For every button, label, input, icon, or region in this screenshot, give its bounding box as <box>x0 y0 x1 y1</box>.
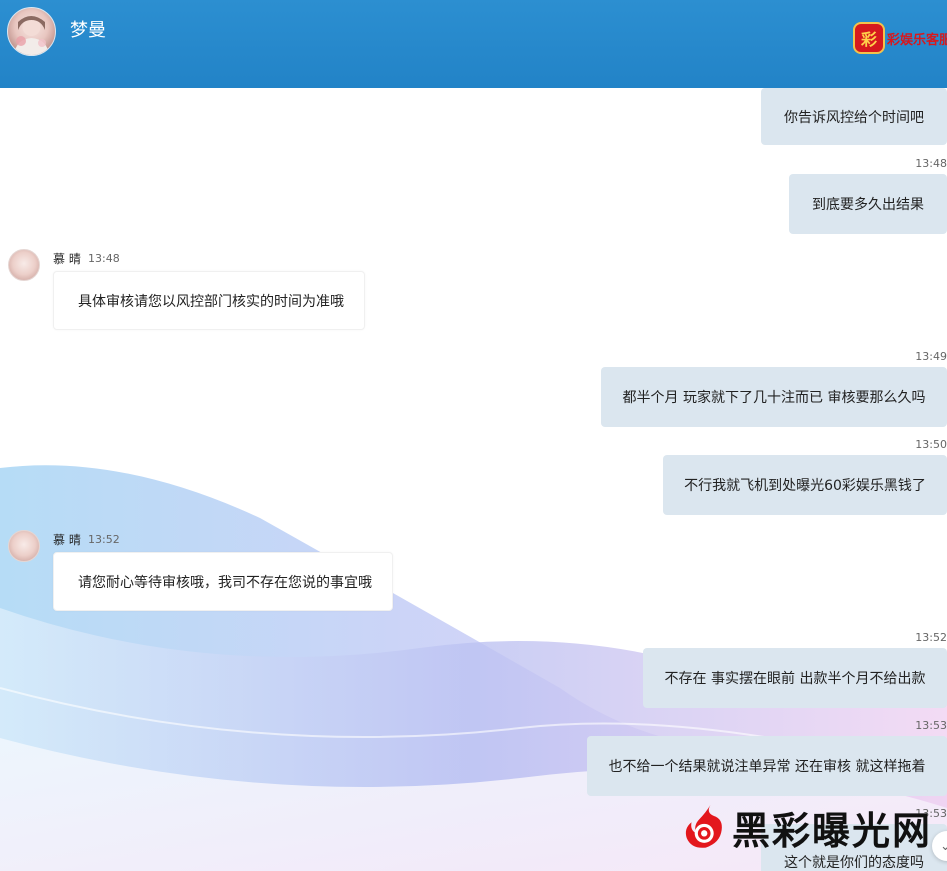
message-timestamp: 13:48 <box>915 157 947 170</box>
agent-avatar-icon[interactable] <box>8 530 40 562</box>
agent-avatar-icon[interactable] <box>8 249 40 281</box>
message-bubble-outgoing[interactable]: 不行我就飞机到处曝光60彩娱乐黑钱了 <box>663 455 947 515</box>
message-bubble-outgoing[interactable]: 不存在 事实摆在眼前 出款半个月不给出款 <box>643 648 947 708</box>
chat-header: 梦曼 彩 彩娱乐客服 <box>0 0 947 88</box>
message-list[interactable]: 你告诉风控给个时间吧 13:48 到底要多久出结果 慕 晴 13:48 具体审核… <box>0 88 947 871</box>
message-timestamp: 13:52 <box>915 631 947 644</box>
message-bubble-incoming[interactable]: 具体审核请您以风控部门核实的时间为准哦 <box>53 271 365 330</box>
brand-logo-icon: 彩 <box>853 22 885 54</box>
brand-logo: 彩 彩娱乐客服 <box>853 20 947 56</box>
site-watermark: 黑彩曝光网 <box>682 796 932 858</box>
message-bubble-incoming[interactable]: 请您耐心等待审核哦，我司不存在您说的事宜哦 <box>53 552 393 611</box>
agent-name: 慕 晴 <box>53 533 81 547</box>
message-timestamp: 13:49 <box>915 350 947 363</box>
message-bubble-outgoing[interactable]: 都半个月 玩家就下了几十注而已 审核要那么久吗 <box>601 367 947 427</box>
flame-eye-logo-icon <box>685 804 722 848</box>
message-timestamp: 13:50 <box>915 438 947 451</box>
message-bubble-outgoing[interactable]: 到底要多久出结果 <box>789 174 947 234</box>
user-avatar-icon[interactable] <box>7 7 56 56</box>
agent-name: 慕 晴 <box>53 252 81 266</box>
brand-name: 彩娱乐客服 <box>887 32 947 48</box>
message-bubble-outgoing[interactable]: 也不给一个结果就说注单异常 还在审核 就这样拖着 <box>587 736 947 796</box>
message-timestamp: 13:52 <box>88 533 120 546</box>
message-bubble-outgoing[interactable]: 你告诉风控给个时间吧 <box>761 88 947 145</box>
conversation-title: 梦曼 <box>70 20 106 41</box>
watermark-text: 黑彩曝光网 <box>731 808 932 853</box>
message-timestamp: 13:53 <box>915 719 947 732</box>
message-timestamp: 13:48 <box>88 252 120 265</box>
